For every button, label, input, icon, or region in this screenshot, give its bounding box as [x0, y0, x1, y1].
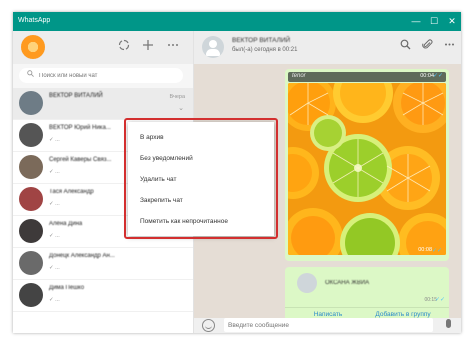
window-title: WhatsApp [18, 17, 51, 24]
menu-item-label: Закрепить чат [140, 197, 183, 204]
sidebar-header [13, 31, 193, 64]
chat-avatar [19, 219, 43, 243]
read-check-icon: ✓✓ [431, 248, 442, 254]
contact-card-message[interactable]: ОКСАНА ЖВИА 00:15 ✓✓ Написать Добавить в… [285, 267, 449, 325]
chat-name: ВЕКТОР ВИТАЛИЙ [49, 93, 103, 99]
minimize-button[interactable]: — [407, 12, 425, 31]
read-check-icon: ✓✓ [432, 73, 443, 79]
chat-preview: ✓ ... [49, 233, 60, 239]
chat-name: Донецк Александр Ан... [49, 253, 115, 259]
menu-icon[interactable] [166, 39, 180, 53]
menu-item-label: В архив [140, 134, 164, 141]
title-bar[interactable]: WhatsApp — ☐ ✕ [13, 12, 461, 31]
my-avatar[interactable] [21, 35, 45, 59]
menu-item-label: Пометить как непрочитанное [140, 218, 228, 225]
chevron-down-icon[interactable]: ⌄ [178, 104, 184, 112]
divider [285, 307, 449, 308]
search-icon[interactable] [398, 39, 412, 53]
new-chat-icon[interactable] [141, 39, 155, 53]
message-time: 00:08 [418, 247, 432, 253]
contact-name: ОКСАНА ЖВИА [325, 280, 370, 286]
menu-item-mute[interactable]: Без уведомлений [128, 149, 274, 167]
chat-preview: ✓ ... [49, 297, 60, 303]
chat-item[interactable]: ВЕКТОР ВИТАЛИЙ Вчера ⌄ [13, 88, 193, 120]
menu-item-archive[interactable]: В архив [128, 128, 274, 146]
contact-avatar [297, 273, 317, 293]
close-button[interactable]: ✕ [443, 12, 461, 31]
chat-avatar [19, 251, 43, 275]
chat-preview: ✓ ... [49, 169, 60, 175]
chat-avatar [19, 283, 43, 307]
peer-avatar[interactable] [202, 36, 224, 58]
menu-item-mark-unread[interactable]: Пометить как непрочитанное [128, 212, 274, 230]
message-contact-button[interactable]: Написать [303, 311, 353, 318]
chat-name: Алёна Дина [49, 221, 83, 227]
peer-name: ВЕКТОР ВИТАЛИЙ [232, 37, 291, 44]
menu-icon[interactable] [442, 39, 456, 53]
chat-name: Дима Пешко [49, 285, 85, 291]
add-to-group-button[interactable]: Добавить в группу [363, 311, 443, 318]
read-check-icon: ✓✓ [434, 297, 445, 303]
emoji-icon[interactable] [202, 319, 215, 332]
chat-preview: ✓ ... [49, 201, 60, 207]
citrus-slices-image [288, 83, 446, 255]
menu-item-label: Без уведомлений [140, 155, 193, 162]
search-box[interactable] [19, 68, 183, 83]
chat-name: Сергей Каверы Связ... [49, 157, 112, 163]
status-icon[interactable] [117, 39, 131, 53]
chat-item[interactable]: Донецк Александр Ан... ✓ ... [13, 248, 193, 280]
menu-item-label: Удалить чат [140, 176, 177, 183]
citrus-image[interactable]: 00:08 ✓✓ [288, 83, 446, 255]
search-input[interactable] [39, 70, 175, 81]
gif-preview-strip[interactable]: tenor 00:04 ✓✓ [288, 72, 446, 82]
chat-preview: ✓ ... [49, 137, 60, 143]
chat-avatar [19, 91, 43, 115]
chat-context-menu: В архив Без уведомлений Удалить чат Закр… [128, 122, 274, 236]
image-message[interactable]: tenor 00:04 ✓✓ 00:08 ✓✓ [285, 69, 449, 261]
microphone-icon[interactable] [446, 319, 451, 328]
chat-item[interactable]: Дима Пешко ✓ ... [13, 280, 193, 312]
menu-item-pin-chat[interactable]: Закрепить чат [128, 191, 274, 209]
conversation-header[interactable]: ВЕКТОР ВИТАЛИЙ был(-а) сегодня в 00:21 [194, 31, 461, 64]
chat-avatar [19, 155, 43, 179]
menu-item-delete-chat[interactable]: Удалить чат [128, 170, 274, 188]
message-composer [194, 318, 461, 333]
message-input[interactable] [224, 318, 433, 332]
tenor-label: tenor [292, 73, 306, 79]
search-bar [13, 64, 193, 89]
chat-avatar [19, 187, 43, 211]
chat-preview: ✓ ... [49, 265, 60, 271]
chat-time: Вчера [169, 94, 185, 100]
chat-name: Тася Александр [49, 189, 94, 195]
chat-name: ВЕКТОР Юрий Ника... [49, 125, 111, 131]
search-icon [27, 70, 34, 79]
attach-icon[interactable] [420, 39, 434, 53]
chat-avatar [19, 123, 43, 147]
peer-status: был(-а) сегодня в 00:21 [232, 47, 298, 53]
maximize-button[interactable]: ☐ [425, 12, 443, 31]
message-time: 00:04 [420, 73, 434, 79]
